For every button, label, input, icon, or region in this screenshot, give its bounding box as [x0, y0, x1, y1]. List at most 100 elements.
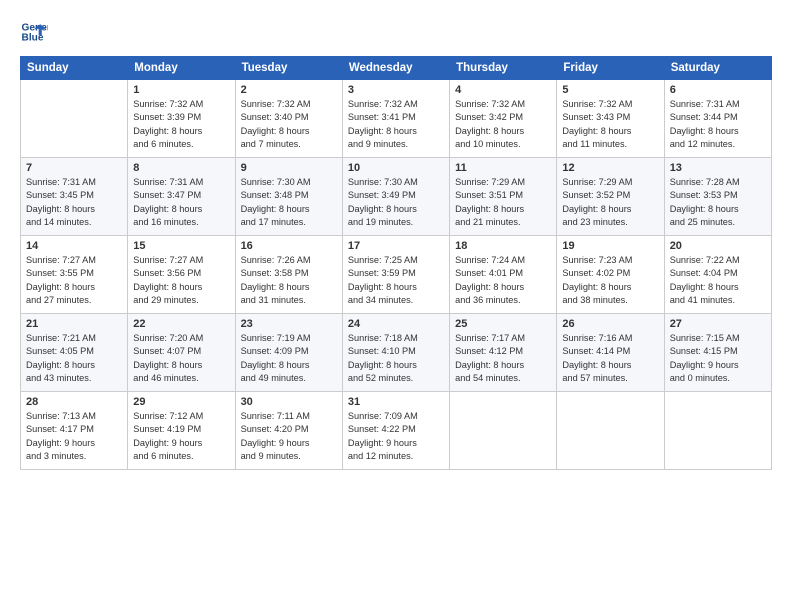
day-cell: [557, 392, 664, 470]
day-cell: 18Sunrise: 7:24 AM Sunset: 4:01 PM Dayli…: [450, 236, 557, 314]
day-number: 29: [133, 396, 229, 408]
day-number: 1: [133, 84, 229, 96]
day-info: Sunrise: 7:09 AM Sunset: 4:22 PM Dayligh…: [348, 410, 444, 463]
day-number: 31: [348, 396, 444, 408]
day-info: Sunrise: 7:31 AM Sunset: 3:47 PM Dayligh…: [133, 176, 229, 229]
week-row-3: 14 Sunrise: 7:27 AM Sunset: 3:55 PM Dayli…: [21, 236, 772, 314]
day-cell: 8 Sunrise: 7:31 AM Sunset: 3:47 PM Daylig…: [128, 158, 235, 236]
day-number: 11: [455, 162, 551, 174]
day-cell: 28 Sunrise: 7:13 AM Sunset: 4:17 PM Dayli…: [21, 392, 128, 470]
day-number: 3: [348, 84, 444, 96]
day-cell: 26Sunrise: 7:16 AM Sunset: 4:14 PM Dayli…: [557, 314, 664, 392]
day-cell: 4 Sunrise: 7:32 AM Sunset: 3:42 PM Daylig…: [450, 80, 557, 158]
day-number: 21: [26, 318, 122, 330]
col-header-thursday: Thursday: [450, 57, 557, 80]
day-number: 25: [455, 318, 551, 330]
col-header-tuesday: Tuesday: [235, 57, 342, 80]
day-info: Sunrise: 7:27 AM Sunset: 3:56 PM Dayligh…: [133, 254, 229, 307]
day-info: Sunrise: 7:29 AM Sunset: 3:52 PM Dayligh…: [562, 176, 658, 229]
day-cell: 7 Sunrise: 7:31 AM Sunset: 3:45 PM Daylig…: [21, 158, 128, 236]
day-info: Sunrise: 7:28 AM Sunset: 3:53 PM Dayligh…: [670, 176, 766, 229]
day-number: 9: [241, 162, 337, 174]
day-info: Sunrise: 7:11 AM Sunset: 4:20 PM Dayligh…: [241, 410, 337, 463]
day-info: Sunrise: 7:19 AM Sunset: 4:09 PM Dayligh…: [241, 332, 337, 385]
day-number: 6: [670, 84, 766, 96]
calendar-table: SundayMondayTuesdayWednesdayThursdayFrid…: [20, 56, 772, 470]
day-info: Sunrise: 7:23 AM Sunset: 4:02 PM Dayligh…: [562, 254, 658, 307]
day-number: 13: [670, 162, 766, 174]
header: General Blue: [20, 18, 772, 46]
day-number: 27: [670, 318, 766, 330]
day-cell: 2 Sunrise: 7:32 AM Sunset: 3:40 PM Daylig…: [235, 80, 342, 158]
day-cell: 19 Sunrise: 7:23 AM Sunset: 4:02 PM Dayli…: [557, 236, 664, 314]
day-info: Sunrise: 7:30 AM Sunset: 3:49 PM Dayligh…: [348, 176, 444, 229]
col-header-saturday: Saturday: [664, 57, 771, 80]
day-number: 18: [455, 240, 551, 252]
day-info: Sunrise: 7:31 AM Sunset: 3:45 PM Dayligh…: [26, 176, 122, 229]
day-cell: 25 Sunrise: 7:17 AM Sunset: 4:12 PM Dayli…: [450, 314, 557, 392]
day-cell: 24 Sunrise: 7:18 AM Sunset: 4:10 PM Dayli…: [342, 314, 449, 392]
day-number: 23: [241, 318, 337, 330]
day-number: 7: [26, 162, 122, 174]
day-cell: 13 Sunrise: 7:28 AM Sunset: 3:53 PM Dayli…: [664, 158, 771, 236]
day-cell: 16 Sunrise: 7:26 AM Sunset: 3:58 PM Dayli…: [235, 236, 342, 314]
day-number: 14: [26, 240, 122, 252]
day-number: 17: [348, 240, 444, 252]
day-cell: 31 Sunrise: 7:09 AM Sunset: 4:22 PM Dayli…: [342, 392, 449, 470]
day-cell: 27 Sunrise: 7:15 AM Sunset: 4:15 PM Dayli…: [664, 314, 771, 392]
day-info: Sunrise: 7:32 AM Sunset: 3:40 PM Dayligh…: [241, 98, 337, 151]
day-info: Sunrise: 7:17 AM Sunset: 4:12 PM Dayligh…: [455, 332, 551, 385]
day-info: Sunrise: 7:32 AM Sunset: 3:41 PM Dayligh…: [348, 98, 444, 151]
day-number: 16: [241, 240, 337, 252]
day-cell: 22Sunrise: 7:20 AM Sunset: 4:07 PM Dayli…: [128, 314, 235, 392]
day-cell: 17 Sunrise: 7:25 AM Sunset: 3:59 PM Dayli…: [342, 236, 449, 314]
day-cell: 29 Sunrise: 7:12 AM Sunset: 4:19 PM Dayli…: [128, 392, 235, 470]
week-row-1: 1 Sunrise: 7:32 AM Sunset: 3:39 PM Daylig…: [21, 80, 772, 158]
day-number: 19: [562, 240, 658, 252]
day-cell: 3 Sunrise: 7:32 AM Sunset: 3:41 PM Daylig…: [342, 80, 449, 158]
day-cell: [21, 80, 128, 158]
day-info: Sunrise: 7:16 AM Sunset: 4:14 PM Dayligh…: [562, 332, 658, 385]
col-header-monday: Monday: [128, 57, 235, 80]
day-info: Sunrise: 7:15 AM Sunset: 4:15 PM Dayligh…: [670, 332, 766, 385]
day-number: 8: [133, 162, 229, 174]
col-header-friday: Friday: [557, 57, 664, 80]
day-cell: [664, 392, 771, 470]
day-cell: 20Sunrise: 7:22 AM Sunset: 4:04 PM Dayli…: [664, 236, 771, 314]
day-info: Sunrise: 7:29 AM Sunset: 3:51 PM Dayligh…: [455, 176, 551, 229]
day-info: Sunrise: 7:18 AM Sunset: 4:10 PM Dayligh…: [348, 332, 444, 385]
day-cell: 6 Sunrise: 7:31 AM Sunset: 3:44 PM Daylig…: [664, 80, 771, 158]
day-number: 4: [455, 84, 551, 96]
day-info: Sunrise: 7:20 AM Sunset: 4:07 PM Dayligh…: [133, 332, 229, 385]
day-cell: 30 Sunrise: 7:11 AM Sunset: 4:20 PM Dayli…: [235, 392, 342, 470]
day-info: Sunrise: 7:31 AM Sunset: 3:44 PM Dayligh…: [670, 98, 766, 151]
day-cell: 15Sunrise: 7:27 AM Sunset: 3:56 PM Dayli…: [128, 236, 235, 314]
day-info: Sunrise: 7:12 AM Sunset: 4:19 PM Dayligh…: [133, 410, 229, 463]
week-row-2: 7 Sunrise: 7:31 AM Sunset: 3:45 PM Daylig…: [21, 158, 772, 236]
day-info: Sunrise: 7:32 AM Sunset: 3:39 PM Dayligh…: [133, 98, 229, 151]
day-number: 10: [348, 162, 444, 174]
day-info: Sunrise: 7:27 AM Sunset: 3:55 PM Dayligh…: [26, 254, 122, 307]
week-row-5: 28 Sunrise: 7:13 AM Sunset: 4:17 PM Dayli…: [21, 392, 772, 470]
day-number: 5: [562, 84, 658, 96]
day-cell: 21Sunrise: 7:21 AM Sunset: 4:05 PM Dayli…: [21, 314, 128, 392]
day-info: Sunrise: 7:22 AM Sunset: 4:04 PM Dayligh…: [670, 254, 766, 307]
day-cell: [450, 392, 557, 470]
day-number: 30: [241, 396, 337, 408]
col-header-wednesday: Wednesday: [342, 57, 449, 80]
day-cell: 14 Sunrise: 7:27 AM Sunset: 3:55 PM Dayli…: [21, 236, 128, 314]
day-cell: 5Sunrise: 7:32 AM Sunset: 3:43 PM Daylig…: [557, 80, 664, 158]
day-number: 2: [241, 84, 337, 96]
day-info: Sunrise: 7:25 AM Sunset: 3:59 PM Dayligh…: [348, 254, 444, 307]
logo-icon: General Blue: [20, 18, 48, 46]
day-number: 28: [26, 396, 122, 408]
day-number: 24: [348, 318, 444, 330]
day-cell: 23 Sunrise: 7:19 AM Sunset: 4:09 PM Dayli…: [235, 314, 342, 392]
day-info: Sunrise: 7:13 AM Sunset: 4:17 PM Dayligh…: [26, 410, 122, 463]
day-cell: 11 Sunrise: 7:29 AM Sunset: 3:51 PM Dayli…: [450, 158, 557, 236]
day-info: Sunrise: 7:30 AM Sunset: 3:48 PM Dayligh…: [241, 176, 337, 229]
day-info: Sunrise: 7:32 AM Sunset: 3:42 PM Dayligh…: [455, 98, 551, 151]
logo: General Blue: [20, 18, 52, 46]
day-info: Sunrise: 7:26 AM Sunset: 3:58 PM Dayligh…: [241, 254, 337, 307]
col-header-sunday: Sunday: [21, 57, 128, 80]
